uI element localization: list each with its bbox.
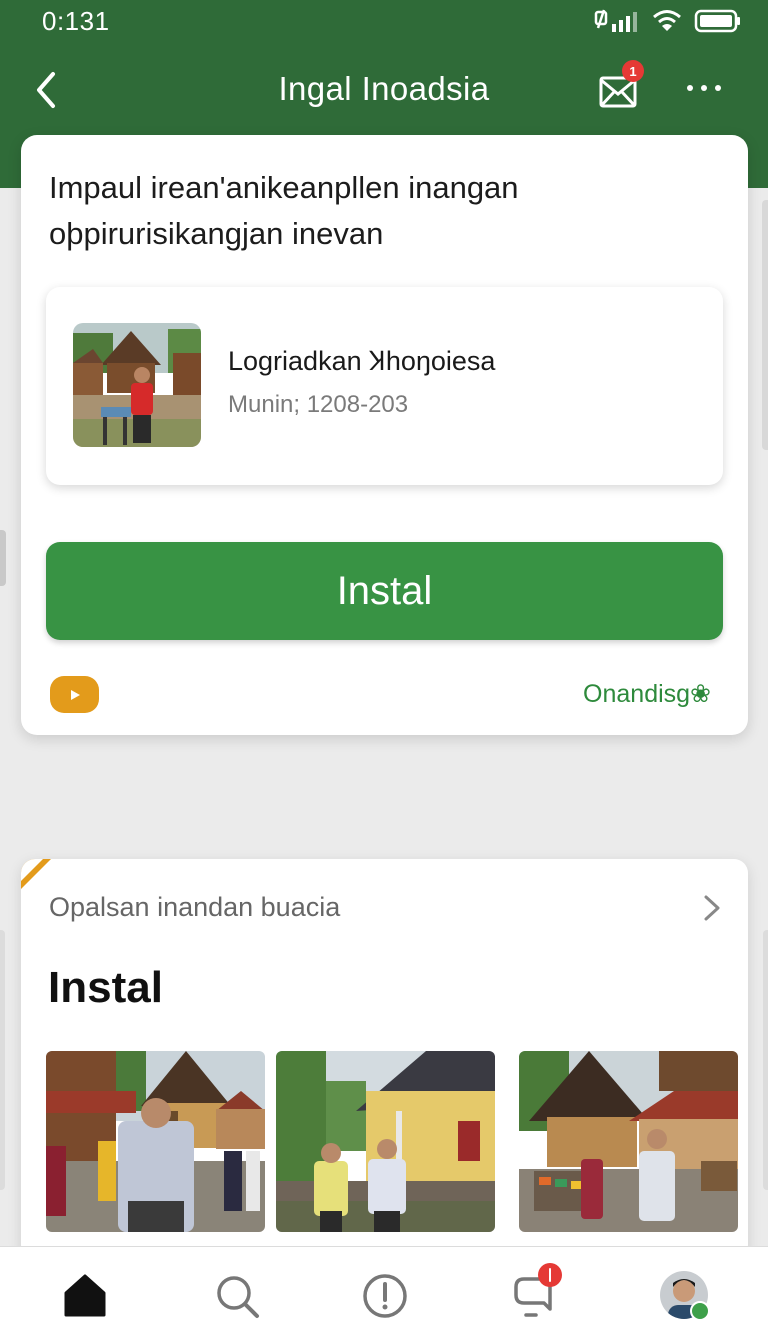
edge-indicator (0, 930, 5, 1190)
install-button[interactable]: Instal (46, 542, 723, 640)
more-dot-icon (687, 85, 693, 91)
app-name: Logriadkan Ʞhoŋoiesa (228, 346, 496, 376)
bottom-navigation (0, 1246, 768, 1344)
video-play-button[interactable] (50, 676, 99, 713)
more-options-button[interactable] (676, 74, 732, 102)
gallery-photo-3[interactable] (519, 1051, 738, 1232)
app-bar: Ingal Inoadsia 1 (0, 56, 768, 126)
page-title: Ingal Inoadsia (278, 70, 490, 107)
app-meta: Munin; 1208-203 (228, 391, 409, 418)
search-icon (217, 1276, 259, 1318)
profile-avatar[interactable] (660, 1271, 710, 1321)
app-thumbnail (73, 323, 201, 447)
status-icons (594, 6, 742, 36)
more-dot-icon (701, 85, 707, 91)
install-card: Impaul irean'anikeanpllen inangan oþpiru… (21, 135, 748, 735)
gallery-photo-2[interactable] (276, 1051, 495, 1232)
section-title: Instal (48, 963, 163, 1012)
more-dot-icon (715, 85, 721, 91)
home-icon (64, 1274, 106, 1317)
edge-indicator (0, 530, 6, 586)
online-status-indicator (690, 1301, 710, 1321)
signal-icon (594, 9, 637, 32)
nav-search[interactable] (212, 1271, 262, 1321)
play-icon (70, 689, 80, 700)
mail-badge: 1 (622, 60, 644, 82)
section-subtitle[interactable]: Opalsan inandan buacia (49, 892, 340, 923)
chevron-right-icon (704, 895, 720, 921)
app-info-card[interactable]: Logriadkan Ʞhoŋoiesa Munin; 1208-203 (46, 287, 723, 485)
notification-badge (538, 1263, 562, 1287)
status-time: 0:131 (42, 6, 110, 36)
card-headline: Impaul irean'anikeanpllen inangan oþpiru… (49, 170, 519, 251)
gallery-card: Opalsan inandan buacia Instal (21, 859, 748, 1259)
section-more-button[interactable] (696, 893, 726, 923)
scrollbar[interactable] (762, 200, 768, 450)
nav-home[interactable] (60, 1271, 110, 1321)
battery-icon (694, 9, 740, 33)
alert-icon (363, 1274, 407, 1318)
status-bar: 0:131 (0, 0, 768, 46)
nav-alerts[interactable] (360, 1271, 410, 1321)
wifi-icon (653, 10, 681, 31)
brand-link[interactable]: Onandisg❀ (583, 679, 711, 709)
nav-notifications[interactable] (510, 1263, 562, 1321)
messages-button[interactable]: 1 (594, 60, 644, 114)
corner-tag-cut (21, 859, 43, 881)
edge-indicator (763, 930, 768, 1190)
gallery-photo-1[interactable] (46, 1051, 265, 1232)
